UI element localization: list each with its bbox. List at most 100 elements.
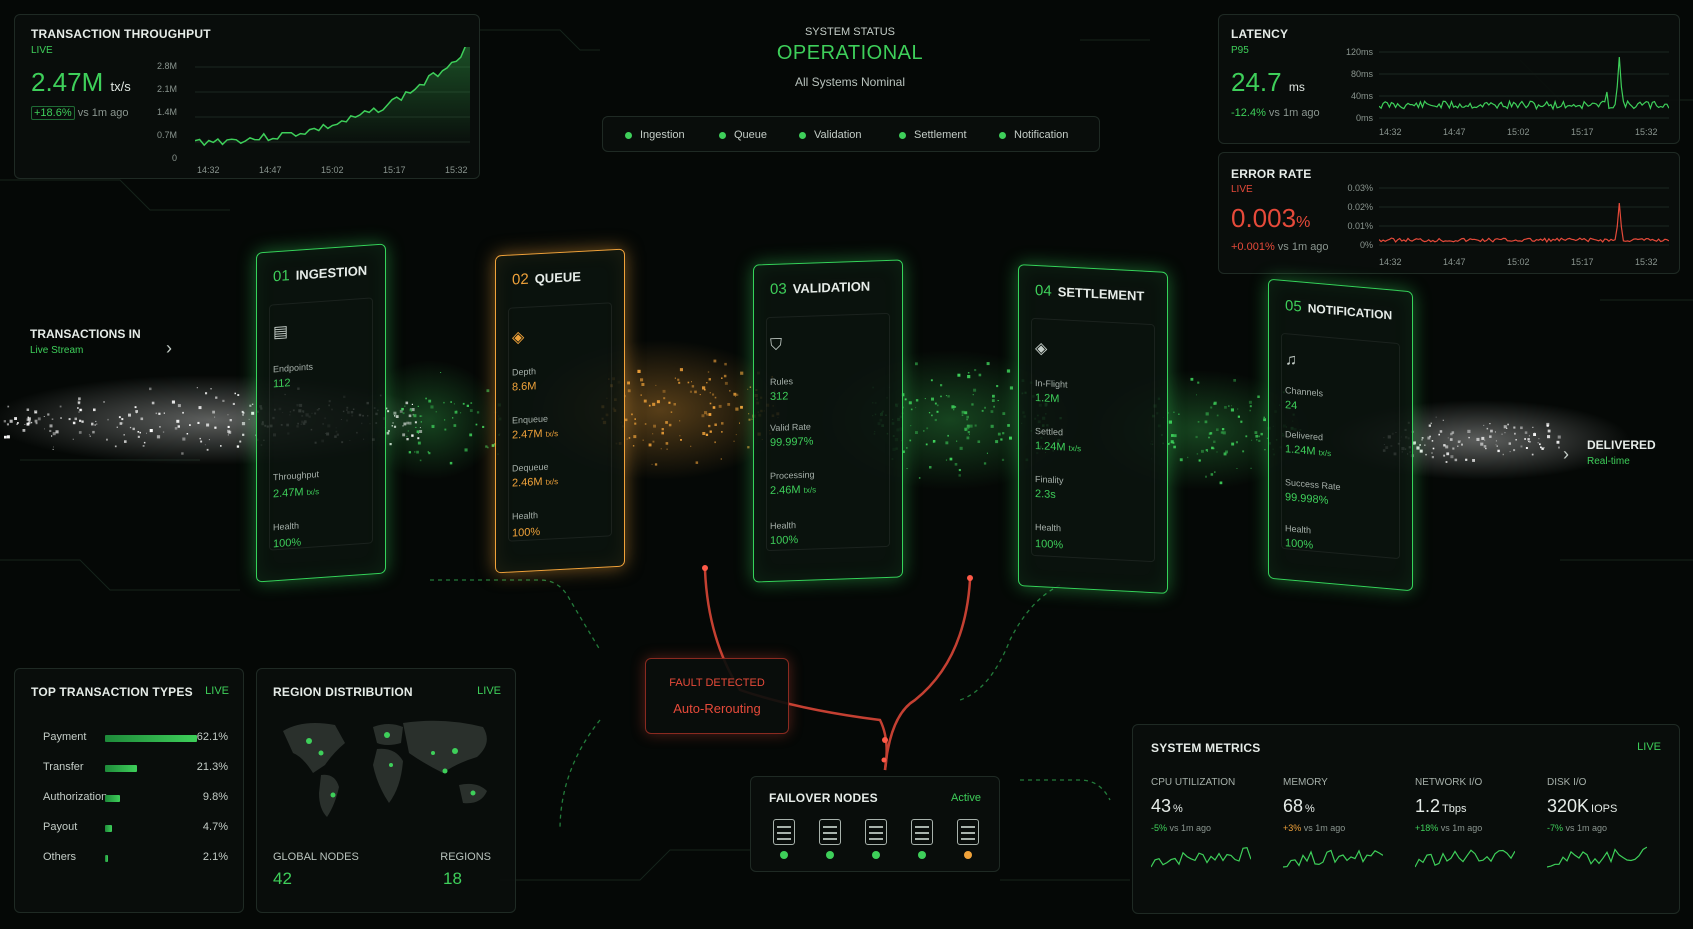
metric-value: 8.6M — [512, 380, 537, 394]
metric-label: DISK I/O — [1547, 777, 1587, 788]
system-status-note: All Systems Nominal — [794, 75, 906, 89]
throughput-delta: +18.6% vs 1m ago — [31, 106, 128, 120]
metric-value: 2.3s — [1035, 487, 1056, 502]
y-tick-label: 80ms — [1350, 69, 1373, 79]
stage-header: 05 NOTIFICATION — [1285, 297, 1393, 323]
stage-header: 04 SETTLEMENT — [1035, 281, 1145, 304]
throughput-panel: TRANSACTION THROUGHPUT LIVE 2.47M tx/s +… — [14, 14, 480, 179]
status-badge: LIVE — [1231, 184, 1253, 195]
stage-validation[interactable]: 03 VALIDATION ⛉ Rules 312 Valid Rate 99.9… — [753, 259, 903, 583]
metric-label: Health — [770, 520, 797, 532]
transaction-type-pct: 62.1% — [196, 731, 228, 743]
throughput-chart — [195, 47, 470, 147]
flow-out-title: DELIVERED — [1587, 438, 1656, 452]
stage-header: 01 INGESTION — [273, 262, 368, 286]
server-icon[interactable] — [819, 819, 841, 845]
top-transaction-types-panel: TOP TRANSACTION TYPES LIVE Payment 62.1% T… — [14, 668, 244, 913]
transactions-in-label: TRANSACTIONS IN Live Stream — [30, 327, 141, 356]
transaction-type-bar — [105, 795, 120, 802]
system-metrics-panel: SYSTEM METRICS LIVE CPU UTILIZATION 43% -5… — [1132, 724, 1680, 914]
failover-status: Active — [951, 792, 981, 804]
document-icon: ▤ — [273, 323, 289, 342]
x-tick-label: 15:32 — [445, 165, 468, 175]
metric-value: 24 — [1285, 399, 1298, 413]
transaction-type-label: Payment — [43, 731, 87, 743]
x-tick-label: 15:17 — [383, 165, 406, 175]
metric-value: 1.2 Tbps — [1415, 796, 1467, 816]
x-tick-label: 15:02 — [321, 165, 344, 175]
error-rate-chart — [1379, 187, 1669, 246]
chevron-right-icon: › — [166, 338, 172, 358]
metric-label: Health — [1035, 521, 1062, 534]
stage-ingestion[interactable]: 01 INGESTION ▤ Endpoints 112 Throughput 2… — [256, 243, 386, 583]
stage-header: 02 QUEUE — [512, 268, 581, 289]
transaction-type-row[interactable]: Others 2.1% — [43, 851, 228, 867]
transaction-type-label: Authorization — [43, 791, 108, 803]
server-icon[interactable] — [911, 819, 933, 845]
metric-label: Depth — [512, 366, 537, 378]
system-status: SYSTEM STATUS OPERATIONAL All Systems No… — [560, 26, 1140, 89]
transaction-type-bar — [105, 765, 137, 772]
metric-label: CPU UTILIZATION — [1151, 777, 1236, 788]
system-status-label: SYSTEM STATUS — [804, 26, 896, 38]
y-tick-label: 1.4M — [156, 107, 177, 117]
global-nodes-value: 42 — [273, 869, 292, 888]
error-rate-panel: ERROR RATE LIVE 0.003% +0.001% vs 1m ago… — [1218, 152, 1680, 274]
region-distribution-panel: REGION DISTRIBUTION LIVE GLOBAL NODES 42… — [256, 668, 516, 913]
regions-value: 18 — [443, 869, 462, 888]
transaction-type-row[interactable]: Payment 62.1% — [43, 731, 228, 747]
panel-title: TOP TRANSACTION TYPES — [31, 685, 193, 699]
metric-label: Dequeue — [512, 461, 549, 474]
metric-column: MEMORY 68% +3% vs 1m ago — [1282, 777, 1403, 882]
metric-label: In-Flight — [1035, 377, 1068, 390]
stage-notification[interactable]: 05 NOTIFICATION ♫ Channels 24 Delivered 1… — [1268, 278, 1413, 592]
metric-value: 100% — [512, 526, 541, 540]
server-icon[interactable] — [865, 819, 887, 845]
x-tick-label: 14:47 — [259, 165, 282, 175]
transaction-type-row[interactable]: Payout 4.7% — [43, 821, 228, 837]
panel-title: ERROR RATE — [1231, 167, 1312, 181]
metric-delta: +18% vs 1m ago — [1415, 823, 1483, 833]
server-icon[interactable] — [957, 819, 979, 845]
metric-label: MEMORY — [1283, 777, 1328, 788]
server-icon[interactable] — [773, 819, 795, 845]
transaction-type-row[interactable]: Transfer 21.3% — [43, 761, 228, 777]
legend-item: Ingestion — [625, 129, 685, 141]
metric-value: 2.46M tx/s — [770, 483, 817, 498]
y-tick-label: 0 — [171, 153, 177, 163]
latency-delta: -12.4% vs 1m ago — [1231, 107, 1320, 119]
transaction-type-bar — [105, 825, 112, 832]
x-tick-label: 15:17 — [1571, 257, 1594, 267]
metric-value: 43% — [1151, 796, 1183, 816]
x-tick-label: 14:47 — [1443, 127, 1466, 137]
transaction-type-row[interactable]: Authorization 9.8% — [43, 791, 228, 807]
metric-value: 68% — [1283, 796, 1315, 816]
legend-item: Notification — [999, 129, 1068, 141]
transaction-type-pct: 21.3% — [196, 761, 228, 773]
metric-value: 1.24M tx/s — [1035, 439, 1082, 454]
fault-title: FAULT DETECTED — [669, 677, 765, 689]
x-tick-label: 15:17 — [1571, 127, 1594, 137]
node-status-dot — [780, 851, 788, 859]
legend-item: Settlement — [899, 129, 967, 141]
global-nodes-label: GLOBAL NODES — [273, 851, 359, 863]
flow-out-sub: Real-time — [1587, 456, 1630, 467]
metric-value: 2.47M tx/s — [512, 427, 559, 442]
panel-title: REGION DISTRIBUTION — [273, 685, 413, 699]
error-rate-value: 0.003% — [1231, 203, 1311, 233]
metric-sparkline — [1282, 849, 1384, 868]
node-status-dot — [918, 851, 926, 859]
metric-label: Health — [273, 520, 300, 533]
status-badge: LIVE — [31, 45, 53, 56]
y-tick-label: 40ms — [1350, 91, 1373, 101]
metric-value: 100% — [273, 536, 302, 551]
layers-icon: ◈ — [512, 328, 525, 347]
node-status-dot — [872, 851, 880, 859]
y-tick-label: 0.03% — [1347, 183, 1373, 193]
throughput-value: 2.47M tx/s — [31, 67, 131, 97]
status-badge: LIVE — [1637, 741, 1661, 753]
stage-settlement[interactable]: 04 SETTLEMENT ◈ In-Flight 1.2M Settled 1.… — [1018, 264, 1168, 594]
stage-queue[interactable]: 02 QUEUE ◈ Depth 8.6M Enqueue 2.47M tx/s … — [495, 248, 625, 574]
fault-alert[interactable]: FAULT DETECTED Auto-Rerouting — [645, 658, 789, 734]
status-badge: LIVE — [477, 685, 501, 697]
